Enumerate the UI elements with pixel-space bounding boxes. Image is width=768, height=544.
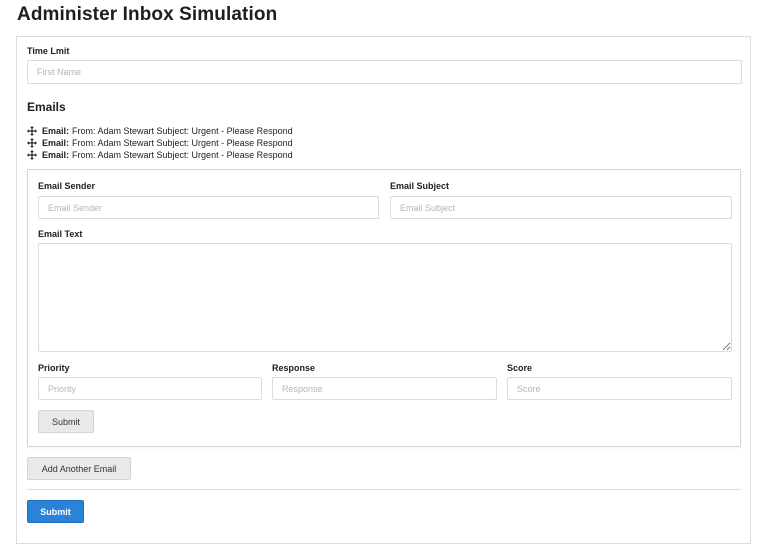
response-label: Response <box>272 363 316 373</box>
email-prefix: Email: <box>42 138 70 148</box>
time-limit-input[interactable] <box>27 60 742 84</box>
page-title: Administer Inbox Simulation <box>17 4 278 25</box>
email-submit-button[interactable]: Submit <box>38 410 94 433</box>
emails-heading: Emails <box>27 100 66 114</box>
add-another-email-button[interactable]: Add Another Email <box>27 457 131 480</box>
submit-button[interactable]: Submit <box>27 500 84 523</box>
email-edit-panel: Email Sender Email Subject Email Text Pr… <box>27 169 741 447</box>
email-summary: From: Adam Stewart Subject: Urgent - Ple… <box>72 150 293 160</box>
email-list-item[interactable]: Email: From: Adam Stewart Subject: Urgen… <box>27 149 293 161</box>
email-text-label: Email Text <box>38 229 83 239</box>
email-list-item[interactable]: Email: From: Adam Stewart Subject: Urgen… <box>27 125 293 137</box>
move-icon[interactable] <box>27 150 37 160</box>
email-subject-label: Email Subject <box>390 181 450 191</box>
divider <box>27 489 741 490</box>
email-text-textarea[interactable] <box>38 243 732 352</box>
score-label: Score <box>507 363 533 373</box>
email-prefix: Email: <box>42 126 70 136</box>
email-sender-input[interactable] <box>38 196 379 219</box>
email-summary: From: Adam Stewart Subject: Urgent - Ple… <box>72 126 293 136</box>
time-limit-label: Time Lmit <box>27 46 70 56</box>
priority-input[interactable] <box>38 377 262 400</box>
email-list-item[interactable]: Email: From: Adam Stewart Subject: Urgen… <box>27 137 293 149</box>
score-input[interactable] <box>507 377 732 400</box>
email-prefix: Email: <box>42 150 70 160</box>
email-summary: From: Adam Stewart Subject: Urgent - Ple… <box>72 138 293 148</box>
response-input[interactable] <box>272 377 497 400</box>
email-subject-input[interactable] <box>390 196 732 219</box>
email-sender-label: Email Sender <box>38 181 96 191</box>
move-icon[interactable] <box>27 138 37 148</box>
priority-label: Priority <box>38 363 70 373</box>
move-icon[interactable] <box>27 126 37 136</box>
main-form-panel: Time Lmit Emails Email: From: Adam Stewa… <box>16 36 751 544</box>
